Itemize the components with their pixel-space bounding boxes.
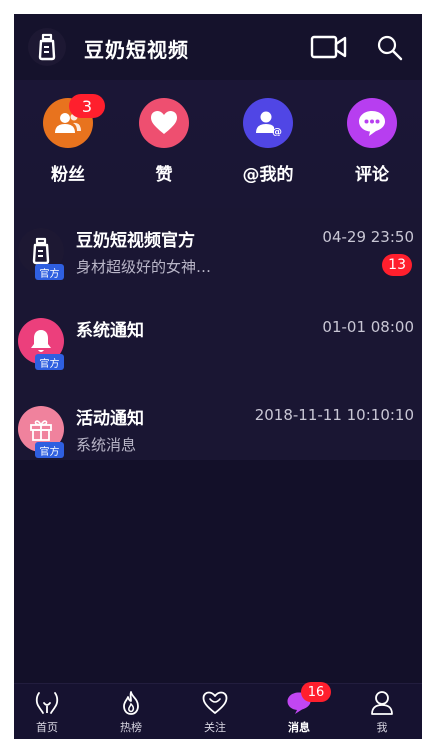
category-label: 粉丝 <box>51 165 85 185</box>
heart-outline-icon <box>201 690 229 716</box>
tab-label: 热榜 <box>120 721 142 734</box>
category-fans[interactable]: 3 粉丝 <box>28 94 108 198</box>
tab-trending[interactable]: 热榜 <box>101 684 161 739</box>
heart-icon <box>139 98 189 148</box>
category-label: 赞 <box>155 165 173 185</box>
unread-count-badge: 13 <box>382 254 412 276</box>
message-sender: 活动通知 <box>76 409 144 429</box>
profile-icon <box>368 690 396 716</box>
message-time: 01-01 08:00 <box>322 318 414 336</box>
baby-bottle-icon <box>28 28 66 66</box>
svg-text:@: @ <box>272 127 282 136</box>
tab-label: 关注 <box>204 721 226 734</box>
message-list: 官方 豆奶短视频官方 04-29 23:50 身材超级好的女神… 13 官方 系… <box>14 208 422 460</box>
search-icon[interactable] <box>376 34 404 62</box>
message-item-activity[interactable]: 官方 活动通知 2018-11-11 10:10:10 系统消息 <box>14 384 422 468</box>
tab-following[interactable]: 关注 <box>185 684 245 739</box>
tab-label: 我 <box>376 721 388 734</box>
tab-home[interactable]: 首页 <box>17 684 77 739</box>
category-label: 评论 <box>355 165 389 185</box>
message-time: 04-29 23:50 <box>322 228 414 246</box>
category-label: @我的 <box>242 165 294 185</box>
message-time: 2018-11-11 10:10:10 <box>254 406 414 424</box>
category-comments[interactable]: 评论 <box>332 98 412 198</box>
notification-categories: 3 粉丝 赞 @ @我的 评论 <box>14 80 422 208</box>
tab-label: 消息 <box>288 721 310 734</box>
flame-icon <box>117 690 145 716</box>
app-title: 豆奶短视频 <box>84 38 189 62</box>
message-preview: 系统消息 <box>76 436 137 454</box>
messages-count-badge: 16 <box>301 682 331 702</box>
category-likes[interactable]: 赞 <box>124 98 204 198</box>
message-sender: 豆奶短视频官方 <box>76 231 195 251</box>
tab-messages[interactable]: 16 消息 <box>269 682 331 739</box>
app-header: 豆奶短视频 <box>14 14 422 80</box>
official-tag: 官方 <box>35 442 64 458</box>
official-tag: 官方 <box>35 264 64 280</box>
home-icon <box>33 690 61 716</box>
video-camera-icon[interactable] <box>310 32 348 62</box>
message-preview: 身材超级好的女神… <box>76 258 212 276</box>
phone-screen: 豆奶短视频 3 粉丝 赞 @ @我的 评论 官方 豆奶短视频官方 04-29 2… <box>14 14 422 739</box>
fans-icon: 3 <box>43 94 105 148</box>
tab-me[interactable]: 我 <box>352 684 412 739</box>
comment-icon <box>347 98 397 148</box>
tab-label: 首页 <box>36 721 58 734</box>
category-mentions[interactable]: @ @我的 <box>228 98 308 198</box>
fans-count-badge: 3 <box>69 94 105 118</box>
mention-icon: @ <box>243 98 293 148</box>
message-item-system[interactable]: 官方 系统通知 01-01 08:00 <box>14 296 422 380</box>
bottom-tab-bar: 首页 热榜 关注 16 消息 我 <box>14 682 422 739</box>
official-tag: 官方 <box>35 354 64 370</box>
message-sender: 系统通知 <box>76 321 144 341</box>
message-item-official[interactable]: 官方 豆奶短视频官方 04-29 23:50 身材超级好的女神… 13 <box>14 208 422 292</box>
